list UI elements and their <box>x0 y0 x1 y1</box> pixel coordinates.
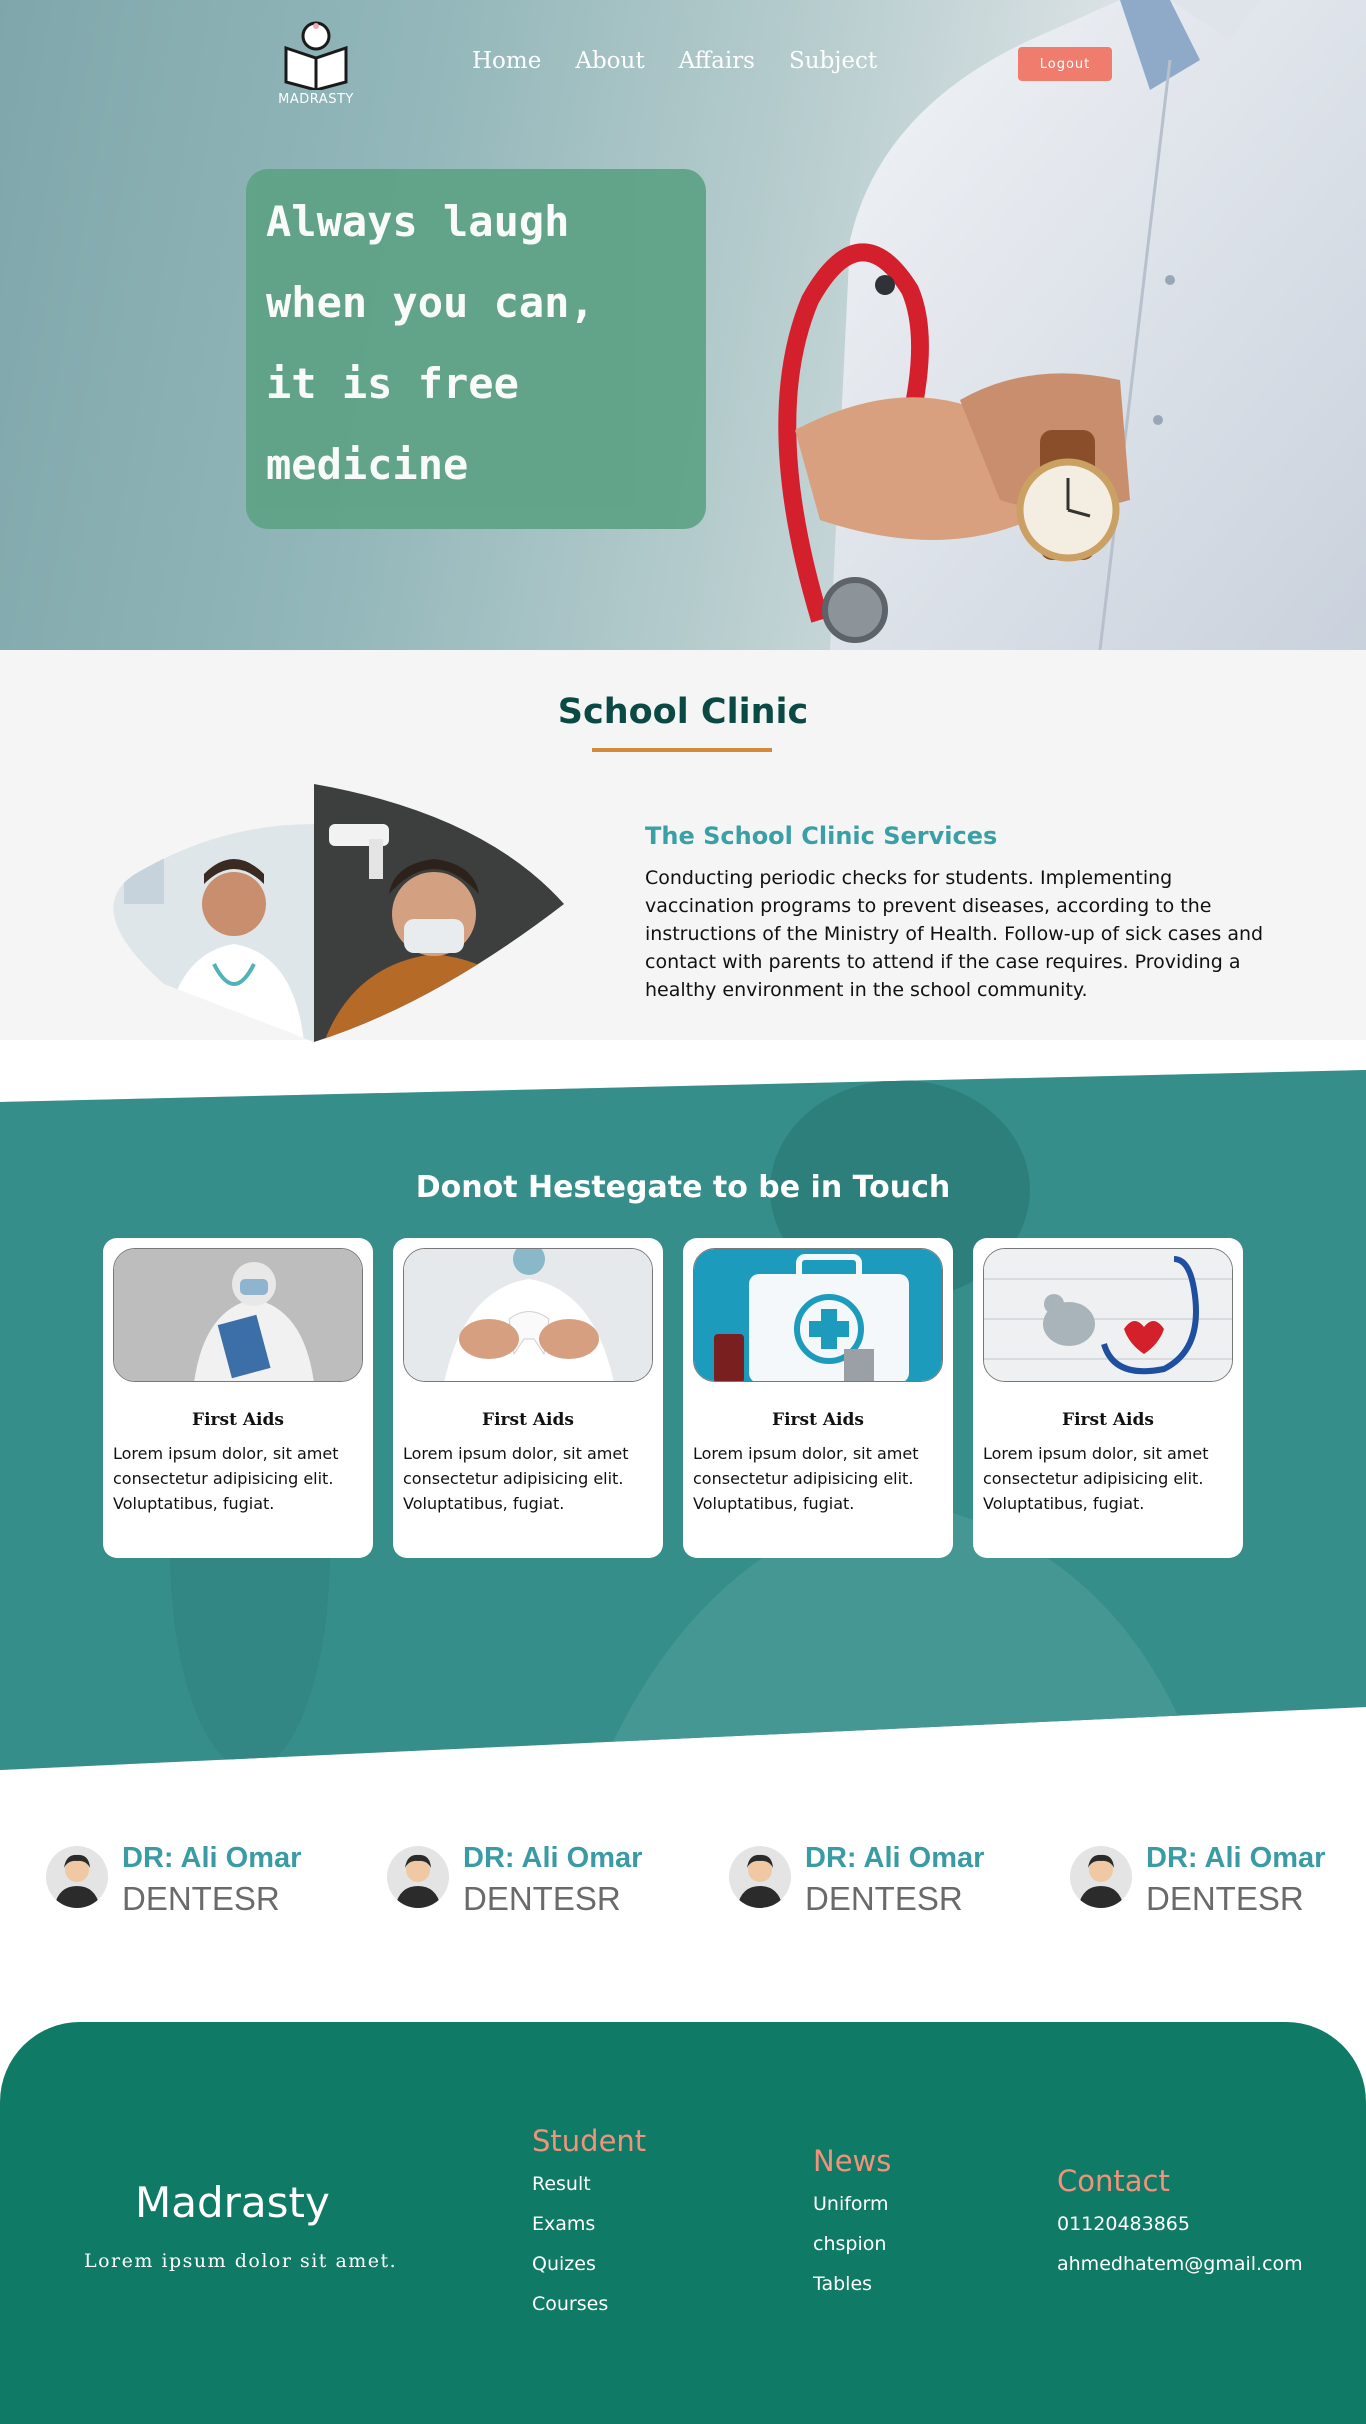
quote-line: Always laugh <box>266 197 570 246</box>
hero-doctor-image <box>778 0 1366 650</box>
site-footer: Madrasty Lorem ipsum dolor sit amet. Stu… <box>0 2022 1366 2424</box>
stethoscope-heart-image <box>983 1248 1233 1382</box>
avatar-icon <box>729 1846 791 1908</box>
service-card[interactable]: First Aids Lorem ipsum dolor, sit amet c… <box>393 1238 663 1558</box>
card-title: First Aids <box>772 1410 864 1430</box>
dentist-tooth-image <box>403 1248 653 1382</box>
footer-link-exams[interactable]: Exams <box>532 2204 646 2244</box>
clinic-section: School Clinic The School Clinic Services… <box>0 650 1366 1042</box>
quote-line: when you can, <box>266 278 595 327</box>
service-card[interactable]: First Aids Lorem ipsum dolor, sit amet c… <box>103 1238 373 1558</box>
footer-brand: Madrasty <box>135 2178 330 2227</box>
footer-tagline: Lorem ipsum dolor sit amet. <box>84 2250 398 2272</box>
touch-title: Donot Hestegate to be in Touch <box>415 1170 951 1205</box>
doctor-role: DENTESR <box>1146 1880 1304 1917</box>
book-reader-icon <box>284 21 348 92</box>
hero-section: MADRASTY Home About Affairs Subject Logo… <box>0 0 1366 650</box>
hero-quote-box: Always laugh when you can, it is free me… <box>246 169 706 529</box>
footer-link-courses[interactable]: Courses <box>532 2284 646 2324</box>
card-text: Lorem ipsum dolor, sit amet consectetur … <box>983 1444 1209 1513</box>
footer-link-quizes[interactable]: Quizes <box>532 2244 646 2284</box>
first-aid-kit-image <box>693 1248 943 1382</box>
doctor-ppe-image <box>113 1248 363 1382</box>
doctor-item[interactable]: DR: Ali Omar DENTESR <box>729 1842 1059 1922</box>
footer-link-tables[interactable]: Tables <box>813 2264 891 2304</box>
doctor-name: DR: Ali Omar <box>463 1842 643 1874</box>
contact-phone[interactable]: 01120483865 <box>1057 2204 1303 2244</box>
doctor-name: DR: Ali Omar <box>122 1842 302 1874</box>
service-card[interactable]: First Aids Lorem ipsum dolor, sit amet c… <box>973 1238 1243 1558</box>
touch-section: Donot Hestegate to be in Touch First Aid… <box>0 1070 1366 1770</box>
card-title: First Aids <box>192 1410 284 1430</box>
footer-link-uniform[interactable]: Uniform <box>813 2184 891 2224</box>
main-nav: Home About Affairs Subject <box>472 48 911 74</box>
service-card[interactable]: First Aids Lorem ipsum dolor, sit amet c… <box>683 1238 953 1558</box>
avatar-icon <box>387 1846 449 1908</box>
quote-line: medicine <box>266 440 469 489</box>
footer-student-column: Student Result Exams Quizes Courses <box>532 2124 646 2324</box>
footer-column-title: Student <box>532 2124 647 2158</box>
nav-link-affairs[interactable]: Affairs <box>679 48 755 74</box>
footer-link-chspion[interactable]: chspion <box>813 2224 891 2264</box>
footer-column-title: News <box>813 2144 892 2178</box>
avatar-icon <box>1070 1846 1132 1908</box>
doctor-name: DR: Ali Omar <box>1146 1842 1326 1874</box>
site-logo[interactable]: MADRASTY <box>278 18 354 114</box>
logout-button[interactable]: Logout <box>1018 47 1112 81</box>
doctor-role: DENTESR <box>122 1880 280 1917</box>
clinic-title: School Clinic <box>557 692 809 732</box>
card-text: Lorem ipsum dolor, sit amet consectetur … <box>403 1444 629 1513</box>
doctor-item[interactable]: DR: Ali Omar DENTESR <box>46 1842 376 1922</box>
title-underline <box>592 748 772 752</box>
card-title: First Aids <box>482 1410 574 1430</box>
nav-link-subject[interactable]: Subject <box>789 48 877 74</box>
nav-link-home[interactable]: Home <box>472 48 541 74</box>
card-text: Lorem ipsum dolor, sit amet consectetur … <box>113 1444 339 1513</box>
doctor-role: DENTESR <box>805 1880 963 1917</box>
doctor-photo <box>113 824 314 1042</box>
footer-news-column: News Uniform chspion Tables <box>813 2144 891 2304</box>
services-title: The School Clinic Services <box>645 822 998 850</box>
footer-column-title: Contact <box>1057 2164 1170 2198</box>
doctor-name: DR: Ali Omar <box>805 1842 985 1874</box>
doctor-item[interactable]: DR: Ali Omar DENTESR <box>1070 1842 1366 1922</box>
logo-text: MADRASTY <box>278 92 354 107</box>
card-text: Lorem ipsum dolor, sit amet consectetur … <box>693 1444 919 1513</box>
nav-link-about[interactable]: About <box>575 48 644 74</box>
doctor-item[interactable]: DR: Ali Omar DENTESR <box>387 1842 717 1922</box>
doctor-role: DENTESR <box>463 1880 621 1917</box>
contact-email[interactable]: ahmedhatem@gmail.com <box>1057 2244 1303 2284</box>
clinic-images <box>113 784 564 1042</box>
footer-link-result[interactable]: Result <box>532 2164 646 2204</box>
footer-contact-column: Contact 01120483865 ahmedhatem@gmail.com <box>1057 2164 1303 2284</box>
child-temperature-photo <box>314 784 564 1042</box>
card-title: First Aids <box>1062 1410 1154 1430</box>
avatar-icon <box>46 1846 108 1908</box>
quote-line: it is free <box>266 359 519 408</box>
services-description: Conducting periodic checks for students.… <box>645 867 1264 1001</box>
